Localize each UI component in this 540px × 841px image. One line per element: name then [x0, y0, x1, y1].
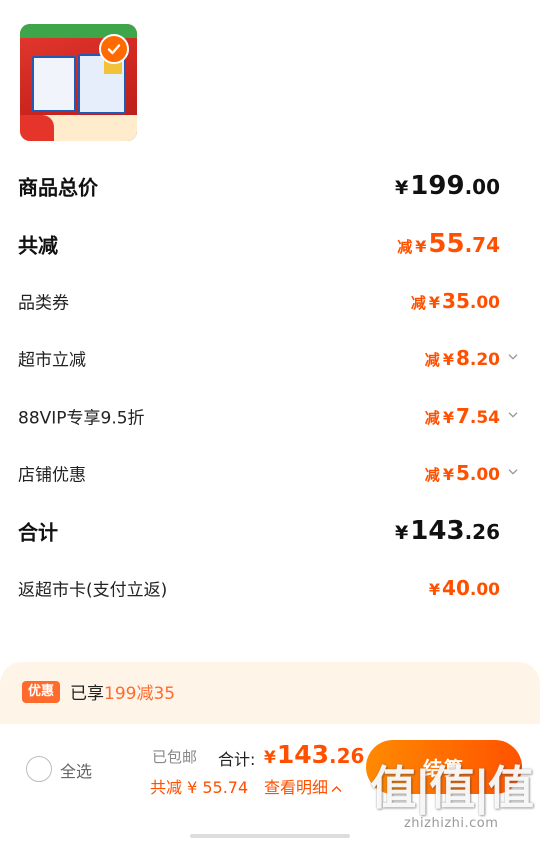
shipping-label: 已包邮	[152, 748, 198, 766]
row-label: 店铺优惠	[18, 465, 86, 486]
view-details-link[interactable]: 查看明细	[264, 774, 342, 798]
row-value: 减 ¥8.20	[424, 346, 500, 370]
row-value: 减 ¥5.00	[424, 461, 500, 485]
chevron-down-icon[interactable]	[508, 465, 518, 480]
row-value: ¥199.00	[395, 171, 500, 201]
promo-text: 已享199减35	[70, 684, 176, 704]
row-value: 减 ¥7.54	[424, 404, 500, 428]
select-all-label[interactable]: 全选	[60, 758, 92, 782]
row-cashback-card: 返超市卡(支付立返) ¥40.00	[0, 568, 540, 608]
promo-bar[interactable]: 优惠 已享199减35	[0, 662, 540, 724]
row-label: 合计	[18, 520, 58, 545]
row-label: 品类券	[18, 293, 69, 314]
chevron-down-icon[interactable]	[508, 408, 518, 423]
chevron-down-icon[interactable]	[508, 350, 518, 365]
row-total-discount: 共减 减 ¥55.74	[0, 224, 540, 264]
row-value: ¥40.00	[428, 576, 500, 600]
home-indicator	[190, 834, 350, 838]
product-box-image	[32, 56, 76, 112]
row-supermarket-discount[interactable]: 超市立减 减 ¥8.20	[0, 338, 540, 378]
row-label: 88VIP专享9.5折	[18, 408, 145, 429]
row-label: 超市立减	[18, 350, 86, 371]
bottom-action-bar: 全选 已包邮 合计: ¥143.26 共减 ¥ 55.74 查看明细 结算	[0, 724, 540, 841]
row-category-coupon: 品类券 减 ¥35.00	[0, 281, 540, 321]
chevron-up-icon	[331, 786, 342, 792]
checkmark-icon[interactable]	[99, 34, 129, 64]
total-label: 合计:	[218, 750, 256, 769]
row-total: 合计 ¥143.26	[0, 511, 540, 551]
row-value: 减 ¥55.74	[397, 229, 500, 259]
total-value: ¥143.26	[264, 740, 365, 769]
row-label: 共减	[18, 233, 58, 258]
row-label: 商品总价	[18, 175, 98, 200]
row-subtotal: 商品总价 ¥199.00	[0, 166, 540, 206]
promo-tag: 优惠	[22, 681, 61, 703]
row-88vip-discount[interactable]: 88VIP专享9.5折 减 ¥7.54	[0, 396, 540, 436]
row-label: 返超市卡(支付立返)	[18, 580, 168, 601]
thumbnail-promo-strip	[20, 115, 137, 141]
row-value: ¥143.26	[395, 516, 500, 546]
checkout-button[interactable]: 结算	[366, 740, 522, 794]
row-value: 减 ¥35.00	[410, 289, 500, 313]
select-all-radio[interactable]	[26, 756, 52, 782]
savings-text: 共减 ¥ 55.74	[150, 778, 249, 797]
row-store-discount[interactable]: 店铺优惠 减 ¥5.00	[0, 453, 540, 493]
